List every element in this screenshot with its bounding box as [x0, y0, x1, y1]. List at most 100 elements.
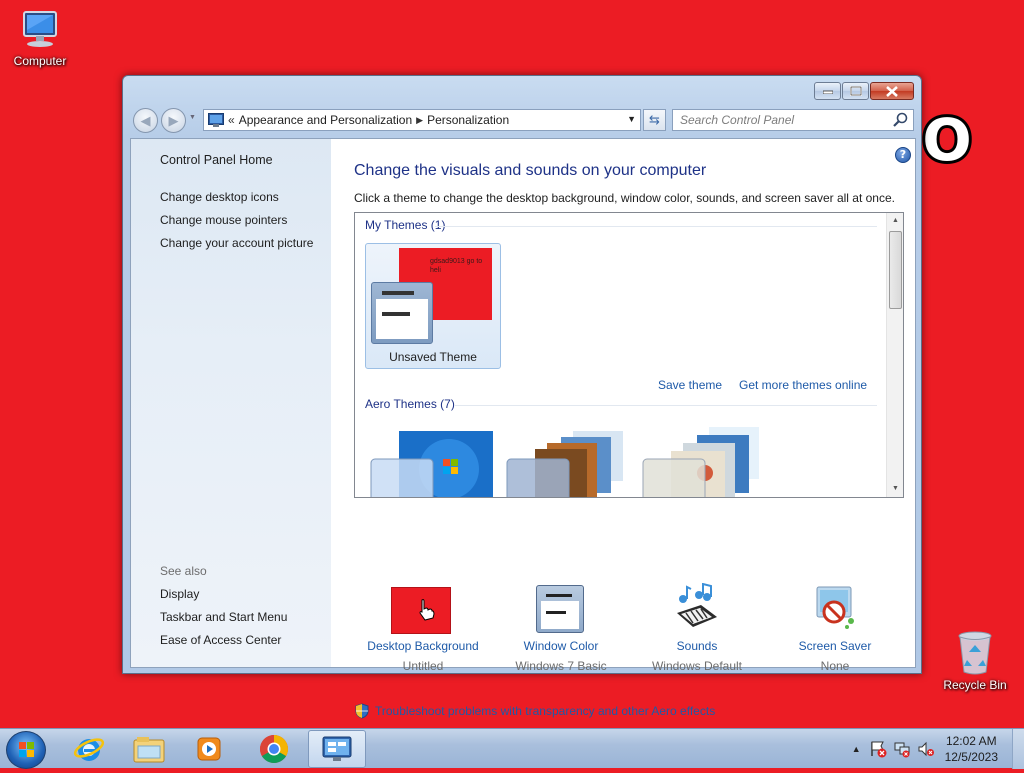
- window-color-value: Windows 7 Basic: [515, 659, 607, 673]
- sounds-setting[interactable]: Sounds Windows Default: [627, 579, 767, 673]
- recycle-bin-label: Recycle Bin: [943, 678, 1007, 692]
- clock-date: 12/5/2023: [944, 750, 998, 764]
- preview-bar: [382, 291, 414, 295]
- preview-body: [376, 299, 428, 339]
- scroll-down-icon[interactable]: ▼: [887, 481, 903, 497]
- troubleshoot-row[interactable]: Troubleshoot problems with transparency …: [354, 703, 715, 719]
- maximize-button[interactable]: [842, 82, 869, 100]
- main-pane: ? Change the visuals and sounds on your …: [331, 139, 915, 719]
- aero-themes-header: Aero Themes (7): [365, 397, 455, 411]
- desktop-background-icon: [353, 579, 493, 634]
- unsaved-theme-tile[interactable]: gdsad9013 go to heli Unsaved Theme: [365, 243, 501, 369]
- taskbar-control-panel[interactable]: [308, 730, 366, 768]
- taskbar-chrome[interactable]: [245, 730, 303, 768]
- breadcrumb-separator-icon[interactable]: ▶: [416, 115, 423, 126]
- uac-shield-icon: [355, 703, 369, 719]
- taskbar-windows-explorer[interactable]: [120, 730, 178, 768]
- screen-saver-title[interactable]: Screen Saver: [765, 639, 905, 653]
- media-player-icon: [197, 737, 221, 761]
- screen-saver-setting[interactable]: Screen Saver None: [765, 579, 905, 673]
- close-button[interactable]: [870, 82, 914, 100]
- show-desktop-button[interactable]: [1012, 729, 1024, 769]
- theme-thumb-text: gdsad9013 go to heli: [430, 258, 483, 274]
- sounds-title[interactable]: Sounds: [627, 639, 767, 653]
- refresh-button[interactable]: ⇆: [643, 109, 666, 131]
- page-title: Change the visuals and sounds on your co…: [354, 162, 707, 179]
- show-hidden-icons-icon[interactable]: ▲: [852, 744, 861, 754]
- themes-list[interactable]: My Themes (1) gdsad9013 go to heli Unsav…: [354, 212, 904, 498]
- change-account-picture-link[interactable]: Change your account picture: [160, 235, 313, 258]
- recycle-bin-desktop-icon[interactable]: Recycle Bin: [935, 630, 1015, 692]
- start-button[interactable]: [6, 731, 46, 769]
- breadcrumb-appearance[interactable]: Appearance and Personalization: [235, 113, 416, 127]
- breadcrumb-personalization[interactable]: Personalization: [423, 113, 513, 127]
- navigation-bar: ◀ ▶ ▼ « Appearance and Personalization ▶…: [131, 107, 914, 133]
- clock-time: 12:02 AM: [945, 734, 997, 748]
- taskbar-start-menu-link[interactable]: Taskbar and Start Menu: [160, 609, 287, 632]
- search-box[interactable]: Search Control Panel: [672, 109, 914, 131]
- scroll-up-icon[interactable]: ▲: [887, 213, 903, 229]
- search-icon[interactable]: [892, 111, 910, 129]
- desktop-background-title[interactable]: Desktop Background: [353, 639, 493, 653]
- minimize-button[interactable]: [814, 82, 841, 100]
- back-button[interactable]: ◀: [133, 108, 158, 133]
- desktop-background-value: Untitled: [402, 659, 444, 673]
- address-dropdown-icon[interactable]: ▼: [627, 114, 636, 124]
- my-themes-header: My Themes (1): [365, 218, 446, 232]
- architecture-theme-thumbnail[interactable]: [503, 423, 633, 498]
- get-more-themes-link[interactable]: Get more themes online: [739, 378, 867, 392]
- chrome-icon: [260, 735, 288, 763]
- ease-of-access-link[interactable]: Ease of Access Center: [160, 632, 287, 655]
- screen-saver-value: None: [820, 659, 850, 673]
- taskbar-internet-explorer[interactable]: [60, 730, 118, 768]
- page-subtitle: Click a theme to change the desktop back…: [354, 191, 895, 205]
- themes-scrollbar[interactable]: ▲ ▼: [886, 213, 903, 497]
- computer-desktop-icon[interactable]: Computer: [0, 8, 80, 68]
- computer-label: Computer: [13, 54, 67, 68]
- windows-7-theme-thumbnail[interactable]: [367, 423, 497, 498]
- group-divider: [455, 405, 877, 406]
- network-icon[interactable]: [893, 740, 911, 758]
- window-color-icon: [491, 579, 631, 633]
- desktop-background-setting[interactable]: Desktop Background Untitled: [353, 579, 493, 673]
- group-divider: [435, 226, 877, 227]
- control-panel-icon: [322, 736, 352, 761]
- window-color-setting[interactable]: Window Color Windows 7 Basic: [491, 579, 631, 673]
- address-overflow[interactable]: «: [228, 113, 235, 127]
- troubleshoot-link[interactable]: Troubleshoot problems with transparency …: [375, 704, 715, 718]
- caption-buttons: [813, 82, 914, 100]
- sounds-value: Windows Default: [651, 659, 743, 673]
- control-panel-home-link[interactable]: Control Panel Home: [160, 153, 273, 167]
- big-letter-o: O: [919, 105, 974, 175]
- recent-pages-chevron-icon[interactable]: ▼: [189, 114, 196, 121]
- see-also-header: See also: [160, 564, 207, 578]
- taskbar-media-player[interactable]: [180, 730, 238, 768]
- minimize-icon: [822, 90, 833, 94]
- restore-icon: [849, 86, 862, 96]
- back-arrow-icon: ◀: [140, 112, 151, 128]
- clock[interactable]: 12:02 AM 12/5/2023: [945, 733, 998, 765]
- recycle-bin-icon: [958, 631, 992, 675]
- search-input[interactable]: Search Control Panel: [673, 113, 892, 127]
- hand-cursor-icon: [419, 599, 435, 621]
- display-link[interactable]: Display: [160, 586, 287, 609]
- taskbar: ▲ 12:02 AM 12/5/2023: [0, 728, 1024, 769]
- help-icon[interactable]: ?: [895, 147, 911, 163]
- address-bar[interactable]: « Appearance and Personalization ▶ Perso…: [203, 109, 641, 131]
- scroll-thumb[interactable]: [889, 231, 902, 309]
- characters-theme-thumbnail[interactable]: [639, 423, 769, 498]
- notification-area: ▲ 12:02 AM 12/5/2023: [852, 729, 1024, 769]
- refresh-icon: ⇆: [649, 112, 660, 127]
- forward-arrow-icon: ▶: [168, 112, 179, 128]
- change-desktop-icons-link[interactable]: Change desktop icons: [160, 189, 313, 212]
- theme-window-preview: [371, 282, 433, 344]
- action-center-flag-icon[interactable]: [869, 740, 887, 758]
- forward-button[interactable]: ▶: [161, 108, 186, 133]
- change-mouse-pointers-link[interactable]: Change mouse pointers: [160, 212, 313, 235]
- volume-muted-icon[interactable]: [917, 740, 935, 758]
- window-color-title[interactable]: Window Color: [491, 639, 631, 653]
- save-theme-link[interactable]: Save theme: [658, 378, 722, 392]
- control-panel-icon: [208, 113, 224, 127]
- unsaved-theme-label: Unsaved Theme: [389, 350, 477, 364]
- windows-logo-icon: [19, 742, 34, 757]
